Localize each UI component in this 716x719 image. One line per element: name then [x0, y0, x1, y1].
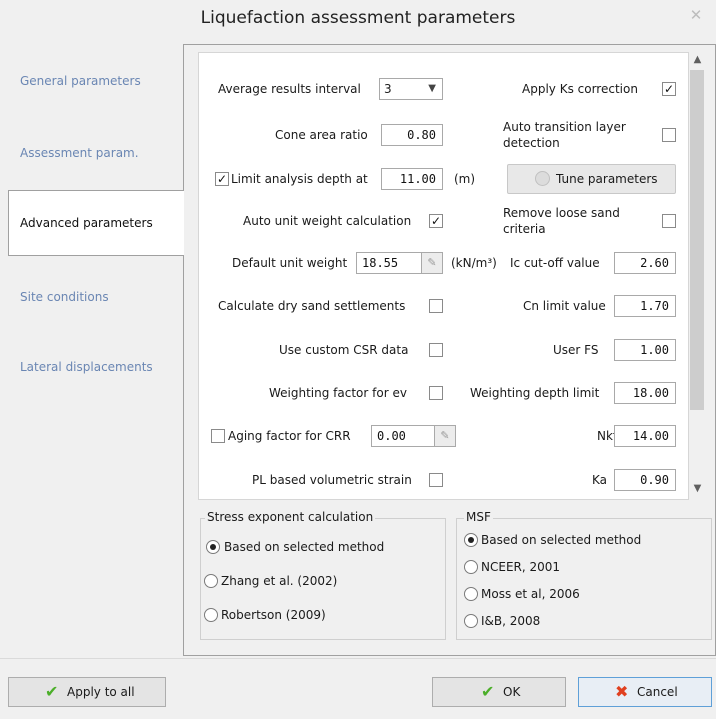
- auto-transition-label: Auto transition layer detection: [503, 119, 626, 151]
- cancel-x-icon: ✖: [615, 682, 629, 701]
- ic-cutoff-label: Ic cut-off value: [510, 256, 600, 270]
- ic-cutoff-input[interactable]: 2.60: [614, 252, 676, 274]
- stress-radio-selected[interactable]: [206, 540, 220, 554]
- cn-limit-label: Cn limit value: [523, 299, 606, 313]
- weighting-factor-ev-checkbox[interactable]: [429, 386, 443, 400]
- apply-to-all-button[interactable]: ✔ Apply to all: [8, 677, 166, 707]
- user-fs-input[interactable]: 1.00: [614, 339, 676, 361]
- chevron-down-icon: ▼: [428, 83, 436, 94]
- dry-sand-settlements-label: Calculate dry sand settlements: [218, 299, 406, 313]
- nav-advanced-parameters[interactable]: Advanced parameters: [8, 190, 184, 256]
- msf-title: MSF: [464, 510, 493, 524]
- nkt-input[interactable]: 14.00: [614, 425, 676, 447]
- ok-button[interactable]: ✔ OK: [432, 677, 566, 707]
- default-unit-weight-label: Default unit weight: [232, 256, 348, 270]
- footer-divider: [0, 658, 716, 659]
- tune-parameters-button[interactable]: Tune parameters: [507, 164, 676, 194]
- stress-exponent-title: Stress exponent calculation: [205, 510, 376, 524]
- auto-transition-label-line2: detection: [503, 136, 560, 150]
- msf-option-0[interactable]: Based on selected method: [481, 533, 641, 547]
- lookup-icon[interactable]: ✎: [421, 252, 443, 274]
- apply-to-all-label: Apply to all: [67, 685, 135, 699]
- user-fs-label: User FS: [553, 343, 599, 357]
- limit-depth-input[interactable]: 11.00: [381, 168, 443, 190]
- limit-depth-checkbox[interactable]: ✓: [215, 172, 229, 186]
- remove-loose-sand-label-line1: Remove loose sand: [503, 206, 620, 220]
- msf-radio-selected[interactable]: [464, 533, 478, 547]
- aging-factor-input[interactable]: 0.00: [371, 425, 435, 447]
- ok-label: OK: [503, 685, 521, 699]
- msf-option-2[interactable]: Moss et al, 2006: [481, 587, 580, 601]
- ka-input[interactable]: 0.90: [614, 469, 676, 491]
- cn-limit-input[interactable]: 1.70: [614, 295, 676, 317]
- limit-depth-label: Limit analysis depth at: [231, 172, 368, 186]
- weighting-factor-ev-label: Weighting factor for ev: [269, 386, 407, 400]
- cone-area-ratio-label: Cone area ratio: [275, 128, 368, 142]
- ka-label: Ka: [592, 473, 608, 487]
- limit-depth-unit: (m): [454, 172, 476, 186]
- nav-site-conditions[interactable]: Site conditions: [0, 289, 182, 305]
- msf-radio[interactable]: [464, 587, 478, 601]
- auto-transition-checkbox[interactable]: [662, 128, 676, 142]
- stress-radio[interactable]: [204, 574, 218, 588]
- stress-option-2[interactable]: Robertson (2009): [221, 608, 326, 622]
- lookup-icon[interactable]: ✎: [434, 425, 456, 447]
- default-unit-weight-input[interactable]: 18.55: [356, 252, 422, 274]
- auto-unit-weight-label: Auto unit weight calculation: [243, 214, 412, 228]
- default-unit-weight-unit: (kN/m³): [451, 256, 497, 270]
- window-title: Liquefaction assessment parameters: [200, 8, 516, 28]
- remove-loose-sand-label-line2: criteria: [503, 222, 546, 236]
- pl-volumetric-strain-label: PL based volumetric strain: [252, 473, 412, 487]
- average-results-interval-label: Average results interval: [218, 82, 361, 96]
- stress-radio[interactable]: [204, 608, 218, 622]
- nav-assessment-param[interactable]: Assessment param.: [0, 145, 182, 161]
- dry-sand-settlements-checkbox[interactable]: [429, 299, 443, 313]
- msf-radio[interactable]: [464, 614, 478, 628]
- average-results-interval-select[interactable]: 3 ▼: [379, 78, 443, 100]
- tune-icon: [535, 171, 550, 186]
- weighting-depth-input[interactable]: 18.00: [614, 382, 676, 404]
- weighting-depth-label: Weighting depth limit: [470, 386, 600, 400]
- scroll-thumb[interactable]: [690, 70, 704, 410]
- aging-factor-label: Aging factor for CRR: [228, 429, 351, 443]
- remove-loose-sand-label: Remove loose sand criteria: [503, 205, 620, 237]
- stress-option-0[interactable]: Based on selected method: [224, 540, 384, 554]
- tune-parameters-label: Tune parameters: [556, 172, 658, 186]
- cancel-button[interactable]: ✖ Cancel: [578, 677, 712, 707]
- check-icon: ✔: [481, 682, 495, 701]
- msf-option-1[interactable]: NCEER, 2001: [481, 560, 560, 574]
- check-icon: ✔: [45, 682, 59, 701]
- auto-unit-weight-checkbox[interactable]: ✓: [429, 214, 443, 228]
- nav-lateral-displacements[interactable]: Lateral displacements: [0, 359, 182, 375]
- nav-advanced-parameters-label: Advanced parameters: [20, 216, 153, 230]
- remove-loose-sand-checkbox[interactable]: [662, 214, 676, 228]
- nav-general-parameters[interactable]: General parameters: [0, 73, 182, 89]
- close-icon[interactable]: ✕: [683, 6, 709, 28]
- scroll-down-icon[interactable]: ▼: [689, 483, 706, 497]
- average-results-interval-value: 3: [384, 82, 392, 96]
- custom-csr-label: Use custom CSR data: [279, 343, 409, 357]
- aging-factor-checkbox[interactable]: [211, 429, 225, 443]
- stress-option-1[interactable]: Zhang et al. (2002): [221, 574, 337, 588]
- ks-correction-label: Apply Ks correction: [522, 82, 638, 96]
- ks-correction-checkbox[interactable]: ✓: [662, 82, 676, 96]
- pl-volumetric-strain-checkbox[interactable]: [429, 473, 443, 487]
- msf-radio[interactable]: [464, 560, 478, 574]
- auto-transition-label-line1: Auto transition layer: [503, 120, 626, 134]
- msf-option-3[interactable]: I&B, 2008: [481, 614, 540, 628]
- cancel-label: Cancel: [637, 685, 678, 699]
- scroll-up-icon[interactable]: ▲: [689, 54, 706, 68]
- cone-area-ratio-input[interactable]: 0.80: [381, 124, 443, 146]
- custom-csr-checkbox[interactable]: [429, 343, 443, 357]
